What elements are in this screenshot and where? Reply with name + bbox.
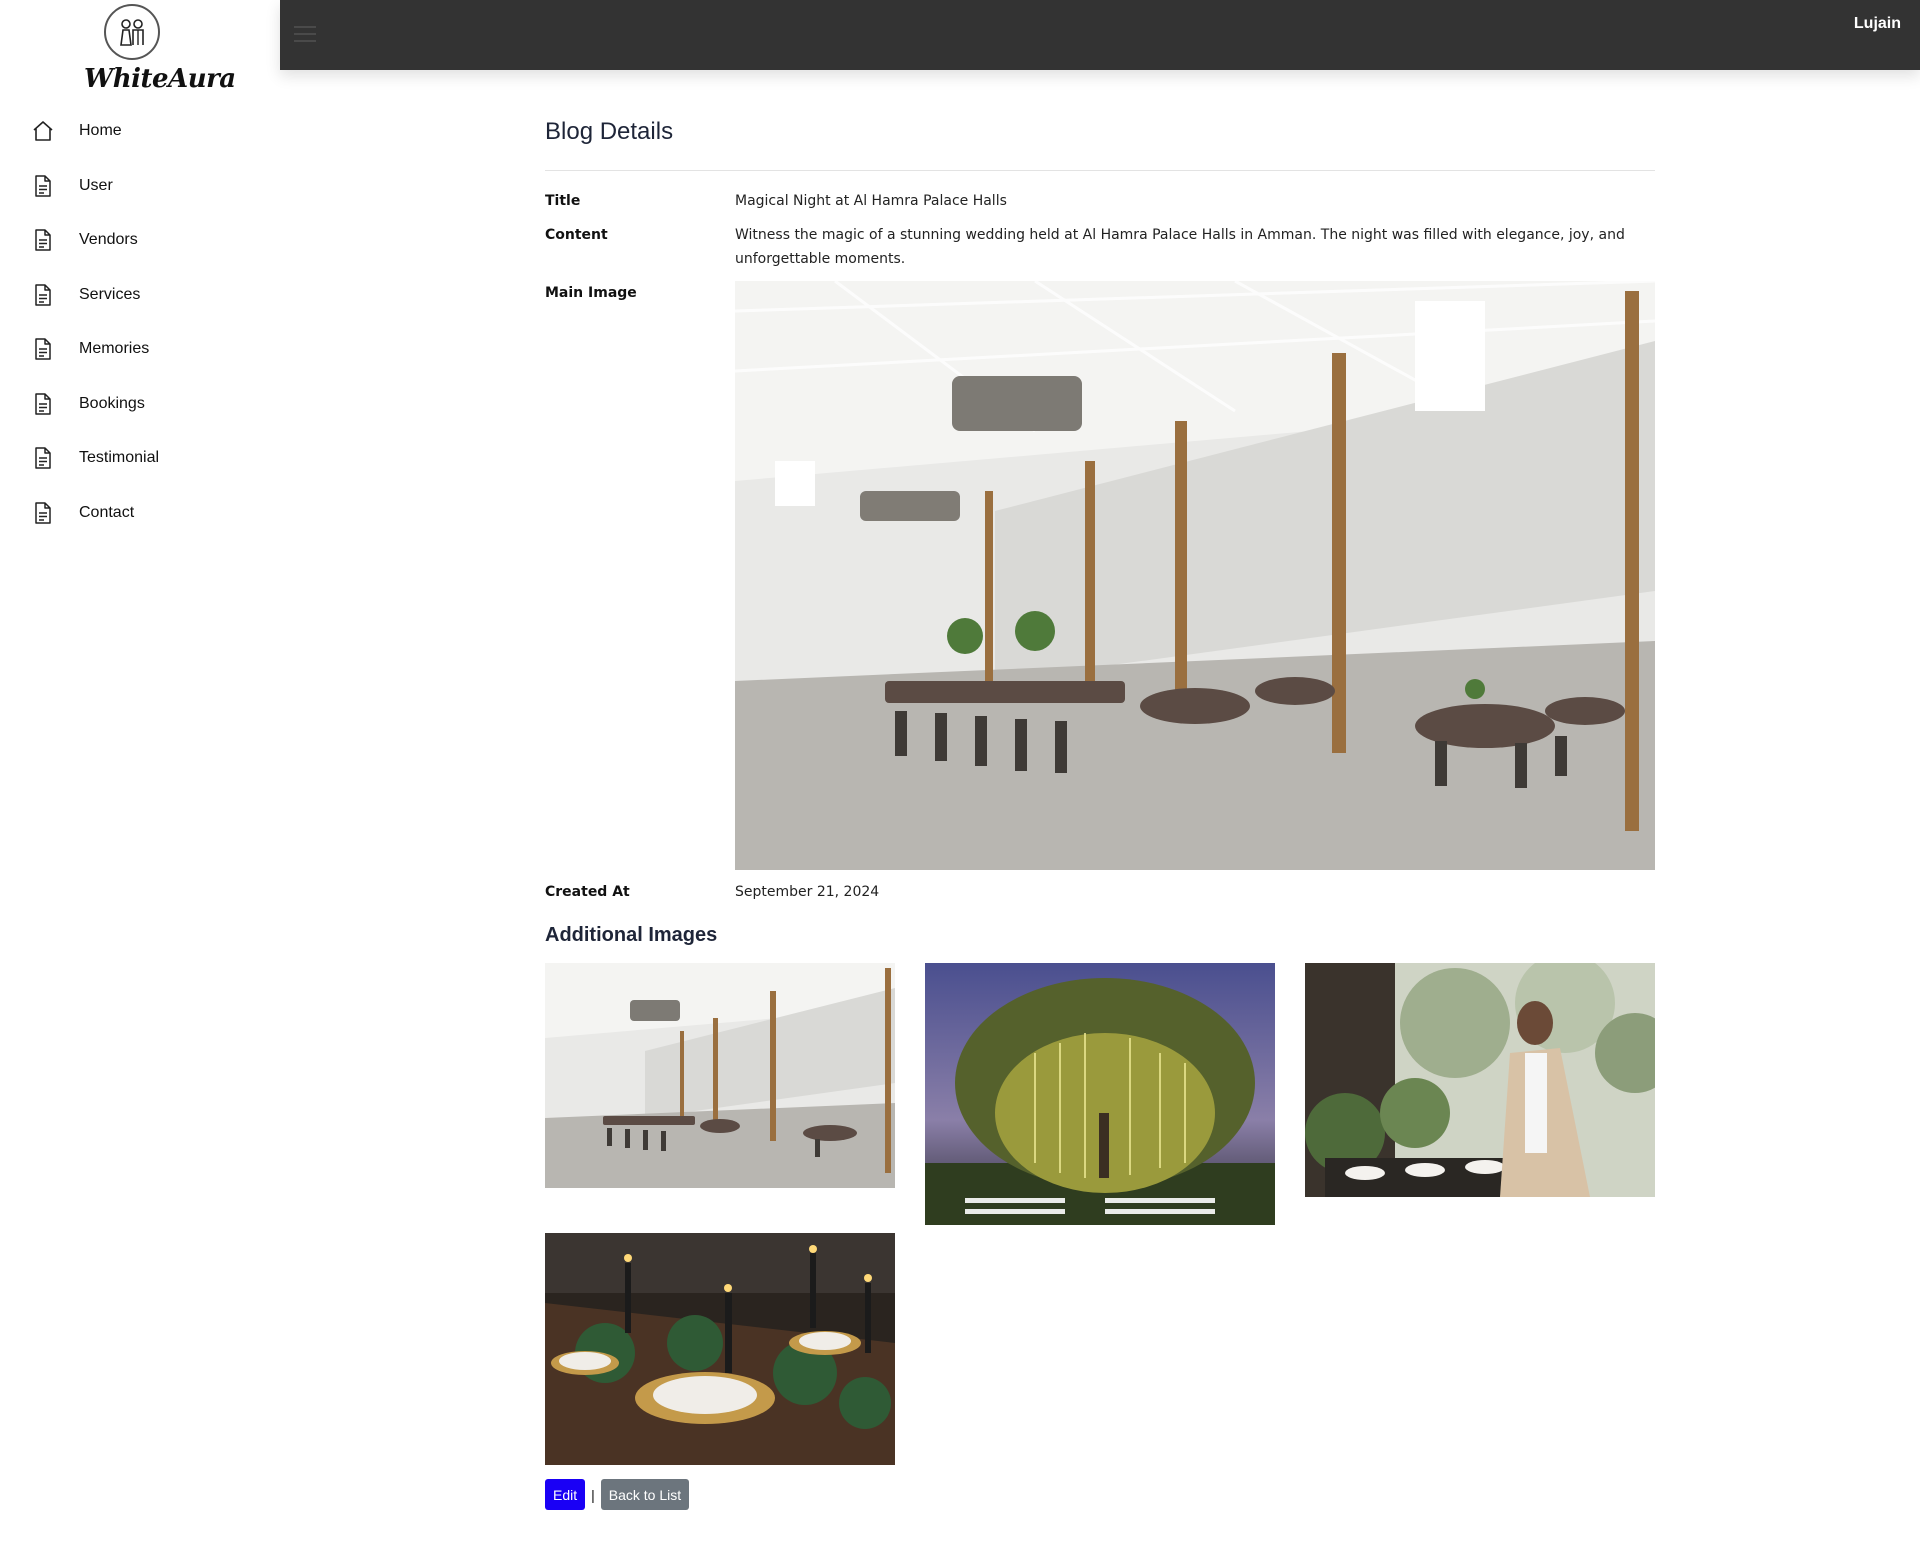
couple-icon xyxy=(104,4,160,60)
document-icon xyxy=(32,392,54,416)
gallery-image xyxy=(545,1233,895,1465)
sidebar-item-label: Contact xyxy=(79,503,135,521)
gallery-image xyxy=(545,963,895,1188)
sidebar-item-label: Services xyxy=(79,285,141,303)
top-navbar: Lujain xyxy=(280,0,1920,70)
sidebar-item-services[interactable]: Services xyxy=(0,268,280,323)
main-image xyxy=(735,281,1655,870)
content-value: Witness the magic of a stunning wedding … xyxy=(735,227,1625,267)
sidebar-item-label: Memories xyxy=(79,340,150,358)
action-bar: Edit | Back to List xyxy=(545,1479,1655,1510)
content-label: Content xyxy=(545,227,608,243)
content-row: Content Witness the magic of a stunning … xyxy=(545,223,1655,271)
gallery-image xyxy=(1305,963,1655,1197)
additional-images-gallery xyxy=(545,963,1655,1473)
document-icon xyxy=(32,228,54,252)
title-value: Magical Night at Al Hamra Palace Halls xyxy=(735,193,1007,209)
created-value: September 21, 2024 xyxy=(735,884,880,900)
back-to-list-button[interactable]: Back to List xyxy=(600,1479,690,1510)
page-title: Blog Details xyxy=(545,118,674,145)
document-icon xyxy=(32,446,54,470)
sidebar-item-home[interactable]: Home xyxy=(0,104,280,159)
brand-name: WhiteAura xyxy=(84,64,236,94)
sidebar-item-label: Testimonial xyxy=(79,449,160,467)
sidebar-item-user[interactable]: User xyxy=(0,159,280,214)
home-icon xyxy=(32,119,54,143)
sidebar-item-vendors[interactable]: Vendors xyxy=(0,213,280,268)
sidebar-item-label: Bookings xyxy=(79,394,145,412)
additional-images-title: Additional Images xyxy=(545,924,718,946)
document-icon xyxy=(32,501,54,525)
sidebar-item-label: User xyxy=(79,176,113,194)
sidebar-item-bookings[interactable]: Bookings xyxy=(0,377,280,432)
main-image-row: Main Image xyxy=(545,281,1655,870)
menu-toggle-icon[interactable] xyxy=(294,26,316,42)
edit-button[interactable]: Edit xyxy=(545,1479,586,1510)
sidebar-item-contact[interactable]: Contact xyxy=(0,486,280,541)
divider xyxy=(545,170,1655,171)
title-row: Title Magical Night at Al Hamra Palace H… xyxy=(545,189,1655,213)
main-image-label: Main Image xyxy=(545,285,637,301)
document-icon xyxy=(32,337,54,361)
user-menu[interactable]: Lujain xyxy=(1854,15,1901,33)
sidebar-item-label: Vendors xyxy=(79,231,138,249)
created-label: Created At xyxy=(545,884,630,900)
gallery-image xyxy=(925,963,1275,1225)
sidebar-item-memories[interactable]: Memories xyxy=(0,322,280,377)
brand-logo[interactable]: WhiteAura xyxy=(84,4,236,94)
document-icon xyxy=(32,283,54,307)
sidebar-nav: Home User Vendors Services Memories Book… xyxy=(0,104,280,540)
blog-details: Blog Details Title Magical Night at Al H… xyxy=(545,118,1655,1510)
sidebar-item-testimonial[interactable]: Testimonial xyxy=(0,431,280,486)
title-label: Title xyxy=(545,193,581,209)
created-row: Created At September 21, 2024 xyxy=(545,880,1655,904)
sidebar-item-label: Home xyxy=(79,122,122,140)
action-separator: | xyxy=(591,1486,595,1503)
sidebar: WhiteAura Home User Vendors Services Mem… xyxy=(0,0,280,1550)
document-icon xyxy=(32,174,54,198)
